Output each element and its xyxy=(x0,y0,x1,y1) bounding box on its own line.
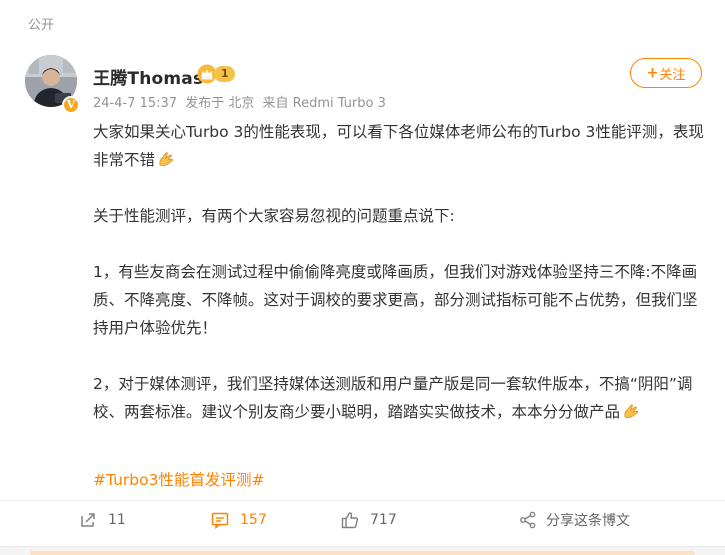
repost-button[interactable]: 11 xyxy=(78,506,126,534)
post-paragraph-3: 1，有些友商会在测试过程中偷偷降亮度或降画质，但我们对游戏体验坚持三不降:不降画… xyxy=(93,263,698,337)
post-location: 发布于 北京 xyxy=(185,96,255,111)
post-paragraph-4-text: 2，对于媒体测评，我们坚持媒体送测版和用户量产版是同一套软件版本，不搞“阴阳”调… xyxy=(93,375,693,421)
level-number: 1 xyxy=(214,66,235,82)
post-time[interactable]: 24-4-7 15:37 xyxy=(93,96,177,111)
follow-label: 关注 xyxy=(659,67,686,83)
like-count: 717 xyxy=(370,512,397,528)
author-name[interactable]: 王腾Thomas xyxy=(93,64,203,89)
post-paragraph-1: 大家如果关心Turbo 3的性能表现，可以看下各位媒体老师公布的Turbo 3性… xyxy=(93,118,708,174)
verified-badge: V xyxy=(62,96,80,114)
visibility-label: 公开 xyxy=(28,18,55,33)
next-card-edge xyxy=(0,546,725,555)
repost-count: 11 xyxy=(108,512,126,528)
member-level-badge[interactable]: 1 xyxy=(197,64,235,84)
next-card-accent xyxy=(30,551,695,555)
post-body: 大家如果关心Turbo 3的性能表现，可以看下各位媒体老师公布的Turbo 3性… xyxy=(93,118,708,426)
comment-count: 157 xyxy=(240,512,267,528)
like-icon xyxy=(341,512,359,529)
post-paragraph-4: 2，对于媒体测评，我们坚持媒体送测版和用户量产版是同一套软件版本，不搞“阴阳”调… xyxy=(93,370,708,426)
post-meta: 24-4-7 15:37 发布于 北京 来自 Redmi Turbo 3 xyxy=(93,92,390,111)
like-button[interactable]: 717 xyxy=(340,506,397,534)
share-button[interactable]: 分享这条博文 xyxy=(518,506,630,534)
hands-together-emoji-icon xyxy=(159,152,174,167)
post-paragraph-2: 关于性能测评，有两个大家容易忽视的问题重点说下: xyxy=(93,207,455,225)
action-bar-divider xyxy=(0,500,725,501)
comment-icon xyxy=(211,512,229,530)
repost-icon xyxy=(81,513,95,527)
hashtag-link[interactable]: #Turbo3性能首发评测# xyxy=(93,468,264,490)
follow-button[interactable]: + 关注 xyxy=(630,58,702,88)
share-label: 分享这条博文 xyxy=(546,513,630,529)
share-icon xyxy=(520,511,536,529)
post-paragraph-1-text: 大家如果关心Turbo 3的性能表现，可以看下各位媒体老师公布的Turbo 3性… xyxy=(93,123,704,169)
post-source: 来自 Redmi Turbo 3 xyxy=(262,96,386,111)
plus-icon: + xyxy=(646,65,659,81)
comment-button[interactable]: 157 xyxy=(210,506,267,534)
weibo-post-card: 公开 V 王腾Thomas 1 24-4-7 15:37 发布于 北京 来自 R… xyxy=(0,0,725,555)
hands-together-emoji-icon xyxy=(624,404,639,419)
